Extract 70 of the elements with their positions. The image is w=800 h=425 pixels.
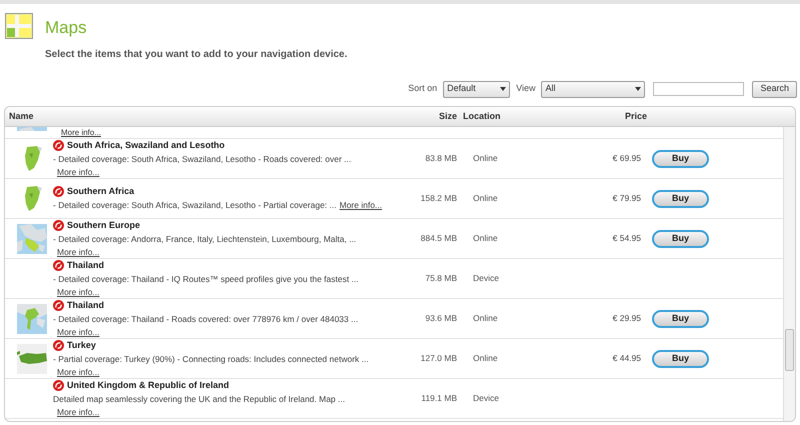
buy-button[interactable]: Buy bbox=[652, 150, 709, 168]
caret-icon bbox=[500, 87, 506, 91]
map-description: - Detailed coverage: Thailand - Roads covered: over 778976 km / over 484033 ... bbox=[53, 313, 358, 326]
map-logo-icon bbox=[53, 340, 64, 351]
scrollbar[interactable] bbox=[783, 127, 795, 421]
price-cell: € 69.95 bbox=[612, 152, 641, 165]
column-header: Name bbox=[8, 110, 35, 123]
map-logo-icon bbox=[53, 380, 64, 391]
map-logo-icon bbox=[53, 186, 64, 198]
map-description: - Partial coverage: Turkey (90%) - Connecting roads: Includes connected network ... bbox=[53, 353, 369, 366]
map-logo-icon bbox=[53, 220, 64, 231]
column-header: Price bbox=[625, 110, 648, 123]
more-info-link[interactable]: More info... bbox=[61, 128, 102, 138]
column-header: Location bbox=[463, 110, 502, 123]
more-info-link[interactable]: More info... bbox=[57, 326, 100, 338]
location-cell-text: Online bbox=[473, 152, 499, 165]
buy-button[interactable]: Buy bbox=[652, 230, 709, 248]
size-cell-text: 119.1 MB bbox=[420, 392, 457, 405]
map-name: Southern Europe bbox=[67, 218, 140, 232]
size-cell-text: 884.5 MB bbox=[420, 232, 457, 245]
size-cell-text: 93.6 MB bbox=[424, 312, 457, 325]
sort-label: Sort on bbox=[408, 82, 438, 96]
location-cell-text: Device bbox=[473, 272, 500, 285]
search-field[interactable] bbox=[653, 82, 744, 96]
location-cell-text: Online bbox=[473, 352, 499, 365]
price-cell: € 79.95 bbox=[612, 192, 641, 205]
map-description: Detailed map seamlessly covering the UK and the Republic of Ireland. Map ... bbox=[53, 393, 345, 406]
location-cell-text: Online bbox=[473, 232, 499, 245]
more-info-link[interactable]: More info... bbox=[57, 286, 100, 298]
map-name: United Kingdom & Republic of Ireland bbox=[67, 378, 229, 392]
map-description: - Detailed coverage: Thailand - IQ Routes™ speed profiles give you the fastest ... bbox=[53, 273, 359, 286]
price-cell: € 29.95 bbox=[612, 312, 641, 325]
map-name: South Africa, Swaziland and Lesotho bbox=[67, 138, 225, 152]
buy-button[interactable]: Buy bbox=[652, 190, 709, 208]
size-cell-text: 83.8 MB bbox=[424, 152, 457, 165]
buy-button[interactable]: Buy bbox=[652, 310, 709, 328]
view-label: View bbox=[516, 82, 536, 96]
map-name: Thailand bbox=[67, 258, 104, 272]
location-cell-text: Device bbox=[473, 392, 500, 405]
map-name: Thailand bbox=[67, 298, 104, 312]
map-logo-icon bbox=[53, 140, 64, 151]
size-cell-text: 158.2 MB bbox=[420, 192, 457, 205]
search-button[interactable]: Search bbox=[752, 80, 797, 98]
more-info-link[interactable]: More info... bbox=[57, 406, 100, 418]
sort-dropdown[interactable]: Default bbox=[443, 80, 510, 98]
map-description: - Detailed coverage: South Africa, Swaziland, Lesotho - Roads covered: over ... bbox=[53, 153, 352, 166]
more-info-link[interactable]: More info... bbox=[57, 366, 100, 378]
price-cell: € 54.95 bbox=[612, 232, 641, 245]
column-header: Size bbox=[438, 110, 457, 123]
map-logo-icon bbox=[53, 300, 64, 311]
price-cell: € 44.95 bbox=[612, 352, 641, 365]
location-cell-text: Online bbox=[473, 192, 499, 205]
map-description: - Detailed coverage: Andorra, France, Italy, Liechtenstein, Luxembourg, Malta, ... bbox=[53, 233, 356, 246]
page-subtitle: Select the items that you want to add to your navigation device. bbox=[45, 48, 348, 62]
scrollbar-thumb[interactable] bbox=[785, 329, 794, 371]
more-info-link[interactable]: More info... bbox=[57, 166, 100, 178]
map-description: - Detailed coverage: South Africa, Swaziland, Lesotho - Partial coverage: ... bbox=[53, 199, 336, 212]
map-name: Southern Africa bbox=[67, 184, 134, 198]
size-cell-text: 127.0 MB bbox=[420, 352, 457, 365]
map-grid-icon bbox=[5, 13, 33, 39]
more-info-link[interactable]: More info... bbox=[57, 246, 100, 258]
buy-button[interactable]: Buy bbox=[652, 350, 709, 368]
page-title: Maps bbox=[45, 18, 88, 38]
map-name: Turkey bbox=[67, 338, 96, 352]
caret-icon bbox=[635, 87, 642, 91]
view-dropdown[interactable]: All bbox=[541, 80, 646, 98]
more-info-link[interactable]: More info... bbox=[339, 199, 382, 212]
map-logo-icon bbox=[53, 260, 64, 271]
size-cell-text: 75.8 MB bbox=[424, 272, 457, 285]
location-cell-text: Online bbox=[473, 312, 499, 325]
